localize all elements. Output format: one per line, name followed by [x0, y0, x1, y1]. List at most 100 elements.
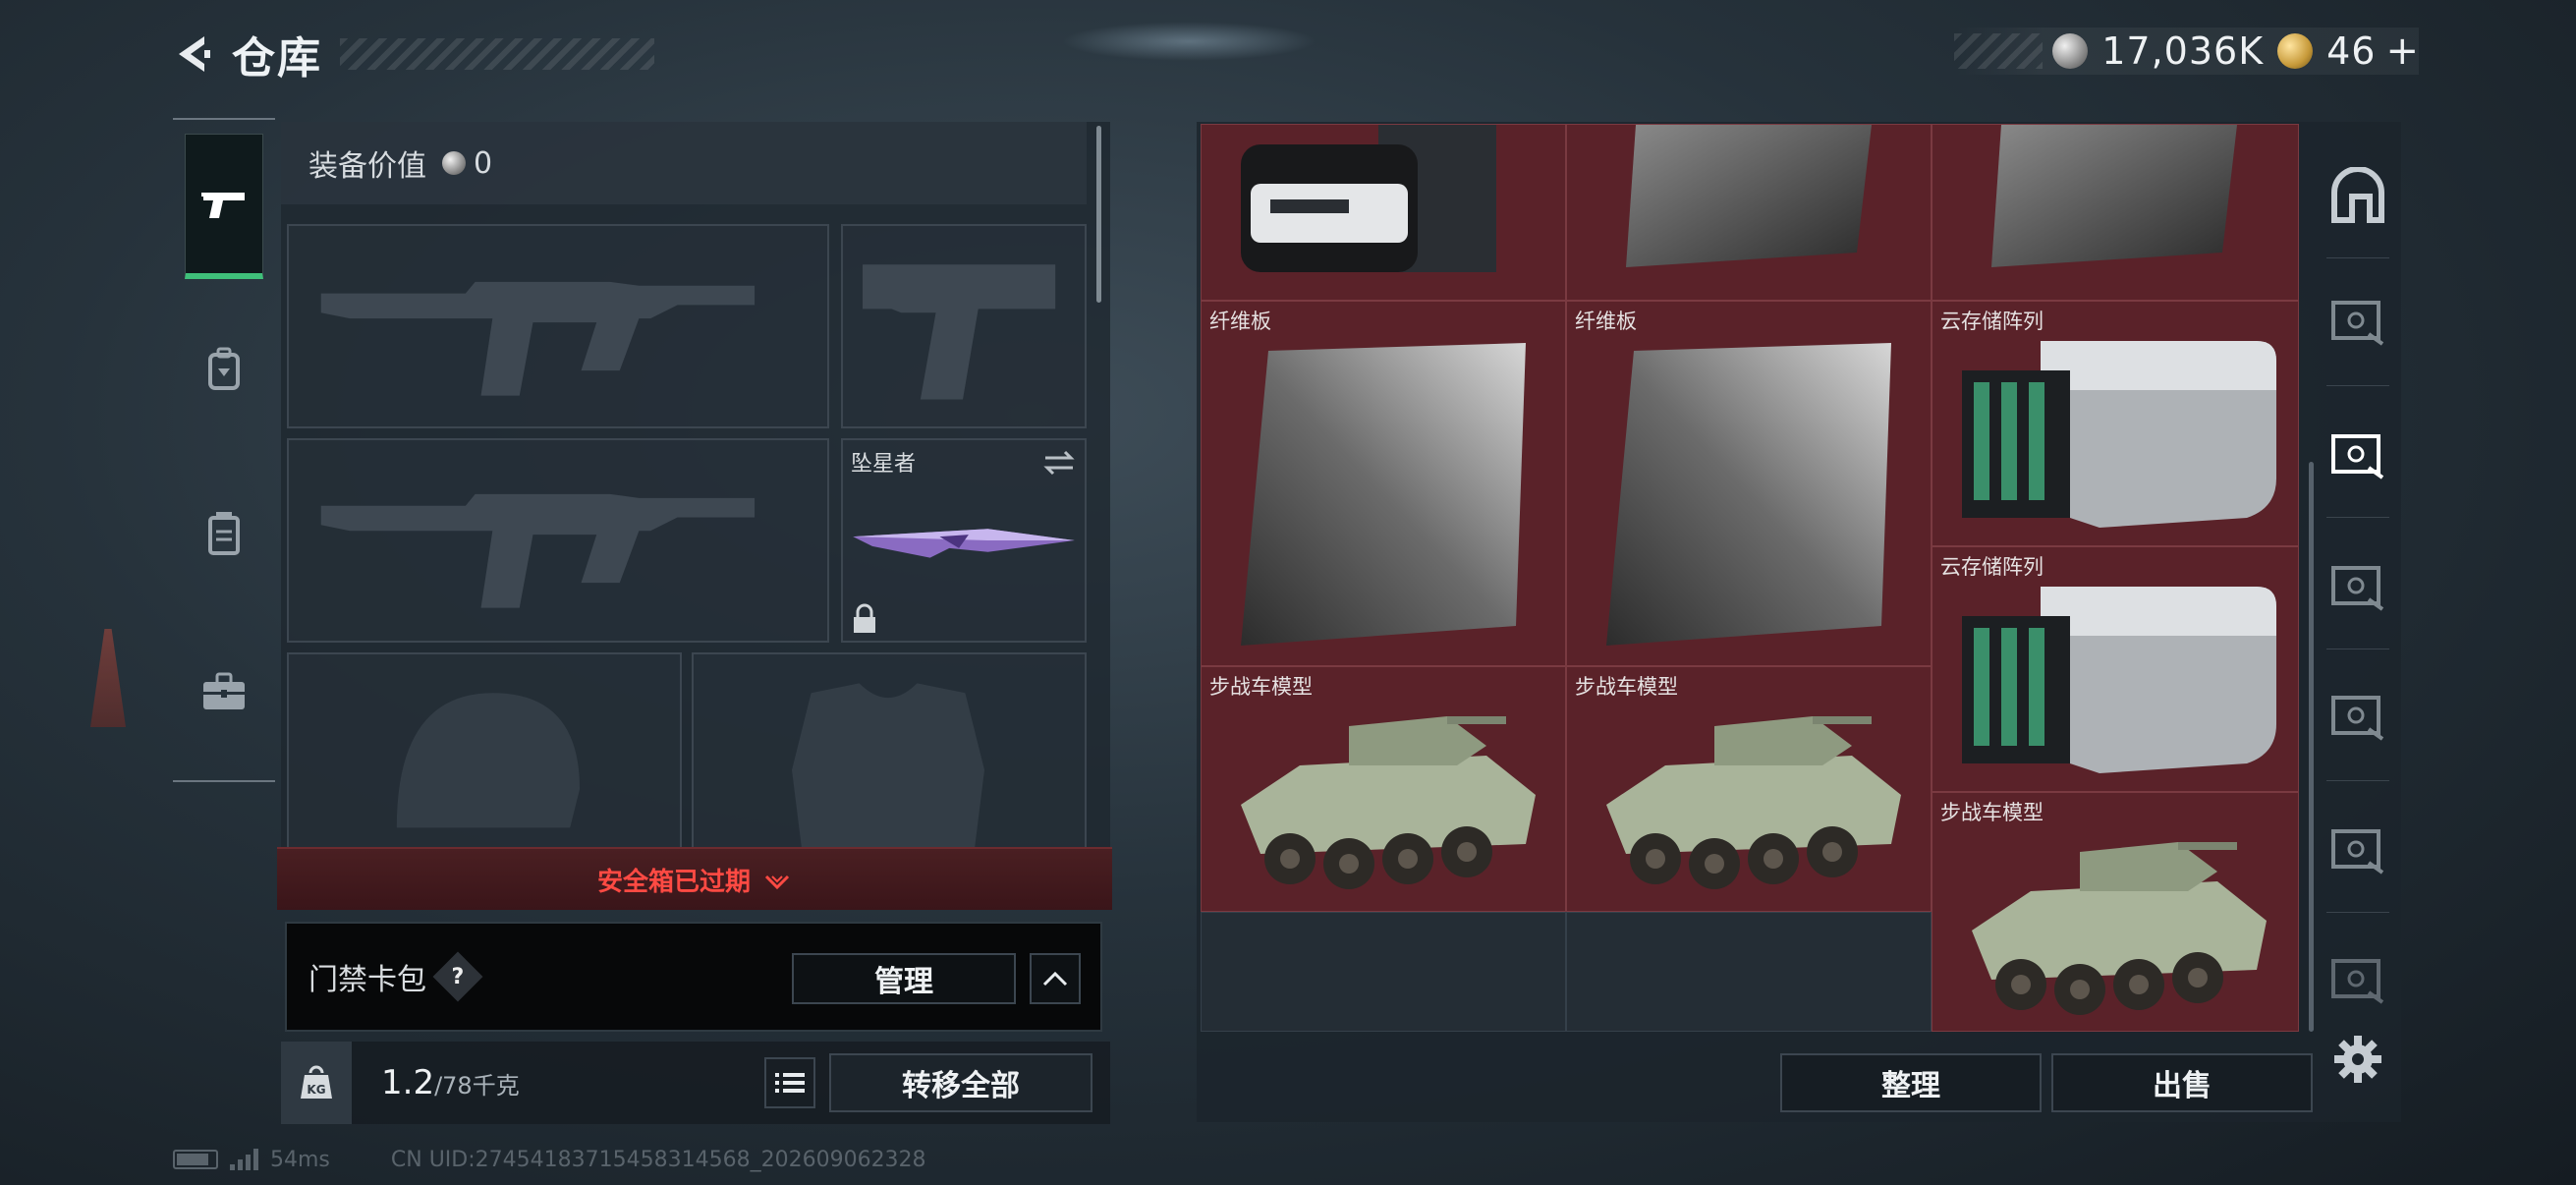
card-pack-title: 门禁卡包: [308, 963, 426, 997]
storage-item[interactable]: [1932, 124, 2299, 301]
currency-display[interactable]: 17,036K 46 +: [1954, 28, 2419, 75]
slot-primary-weapon[interactable]: [287, 224, 829, 428]
home-icon: [2331, 167, 2384, 223]
ifv-model-icon: [1241, 716, 1536, 889]
access-card-pack: 门禁卡包 ? 管理: [285, 922, 1102, 1032]
category-box-2-active[interactable]: [2326, 423, 2389, 485]
category-divider: [2326, 517, 2389, 518]
slot-secondary-weapon[interactable]: [841, 224, 1087, 428]
status-bar: 54ms CN UID:274541837154583145​68_202609…: [173, 1142, 926, 1177]
equipment-panel: 装备价值 0 坠星者: [281, 122, 1110, 849]
user-uid: CN UID:274541837154583145​68_20260906232…: [390, 1147, 926, 1172]
list-view-button[interactable]: [764, 1057, 815, 1108]
category-home[interactable]: [2326, 165, 2389, 228]
storage-item[interactable]: 步战车模型: [1201, 666, 1566, 912]
storage-array-icon: [1962, 341, 2276, 528]
item-label: 云存储阵列: [1940, 310, 2044, 333]
storage-item[interactable]: [1566, 124, 1932, 301]
lock-icon: [854, 603, 875, 633]
storage-box-icon: [2331, 696, 2384, 741]
storage-box-icon: [2331, 959, 2384, 1004]
slot-melee[interactable]: 坠星者: [841, 438, 1087, 643]
storage-scrollbar[interactable]: [2309, 462, 2314, 1032]
category-divider: [2326, 257, 2389, 258]
back-button[interactable]: [167, 28, 218, 80]
category-box-1[interactable]: [2326, 289, 2389, 352]
safe-box-status: 安全箱已过期: [596, 867, 751, 897]
nav-weapons[interactable]: [185, 134, 263, 279]
empty-slot[interactable]: [1201, 912, 1566, 1032]
storage-box-active-icon: [2331, 434, 2384, 480]
category-divider: [2326, 912, 2389, 913]
weight-max: /78千克: [434, 1072, 520, 1100]
gold-balance: 46: [2326, 29, 2377, 73]
category-divider: [2326, 780, 2389, 781]
gear-icon: [2334, 1036, 2381, 1083]
fiberboard-icon: [1626, 125, 1872, 267]
storage-item[interactable]: 纤维板: [1566, 301, 1932, 666]
storage-item[interactable]: 云存储阵列: [1932, 546, 2299, 792]
weight-readout: 1.2/78千克: [381, 1063, 520, 1102]
chevron-up-icon: [1042, 971, 1068, 987]
list-icon: [775, 1073, 805, 1093]
weight-bar: KG 1.2/78千克 转移全部: [281, 1042, 1110, 1124]
kg-weight-icon: KG: [281, 1042, 352, 1124]
slot-primary-weapon-2[interactable]: [287, 438, 829, 643]
safe-box-status-bar[interactable]: 安全箱已过期: [277, 847, 1112, 910]
silver-coin-icon: [442, 151, 466, 175]
help-icon[interactable]: ?: [432, 951, 483, 1002]
add-currency-button[interactable]: +: [2385, 28, 2419, 74]
vest-silhouette-icon: [792, 683, 985, 847]
storage-item[interactable]: 纤维板: [1201, 301, 1566, 666]
storage-item[interactable]: 步战车模型: [1566, 666, 1932, 912]
equipment-value-row: 装备价值 0: [281, 122, 1087, 204]
category-box-6[interactable]: [2326, 947, 2389, 1010]
background-cone: [90, 629, 126, 727]
gold-coin-icon: [2277, 33, 2314, 69]
slot-armor[interactable]: [692, 652, 1087, 849]
ping: 54ms: [270, 1147, 330, 1172]
category-box-3[interactable]: [2326, 554, 2389, 617]
storage-grid[interactable]: 纤维板 纤维板 云存储阵列 云存储阵列 步战车模型 步战车模型 步战车模型: [1201, 124, 2299, 1032]
fiberboard-icon: [1991, 125, 2237, 267]
manage-button[interactable]: 管理: [792, 953, 1016, 1004]
top-bar: 仓库: [167, 22, 654, 86]
fiberboard-icon: [1606, 343, 1891, 646]
item-label: 步战车模型: [1575, 675, 1678, 699]
weight-current: 1.2: [381, 1063, 435, 1102]
settings-button[interactable]: [2330, 1032, 2385, 1087]
battery-icon: [173, 1150, 218, 1169]
slot-helmet[interactable]: [287, 652, 682, 849]
device-item-icon: [1241, 125, 1496, 272]
ifv-model-icon: [1972, 842, 2267, 1015]
storage-category-bar: [2315, 122, 2401, 1034]
storage-item[interactable]: 云存储阵列: [1932, 301, 2299, 546]
item-label: 步战车模型: [1209, 675, 1313, 699]
equipment-value: 0: [474, 145, 493, 181]
page-title: 仓库: [232, 33, 322, 84]
item-label: 云存储阵列: [1940, 555, 2044, 579]
ifv-model-icon: [1606, 716, 1901, 889]
knife-icon: [853, 529, 1075, 558]
silver-coin-icon: [2052, 33, 2089, 69]
helmet-silhouette-icon: [396, 693, 581, 828]
sort-button[interactable]: 整理: [1780, 1053, 2042, 1112]
nav-consumables[interactable]: [185, 460, 263, 605]
signal-icon: [230, 1149, 258, 1170]
equipment-scrollbar[interactable]: [1096, 126, 1101, 303]
fiberboard-icon: [1241, 343, 1526, 646]
category-box-5[interactable]: [2326, 818, 2389, 880]
category-box-4[interactable]: [2326, 684, 2389, 747]
nav-briefcase[interactable]: [185, 619, 263, 764]
storage-item[interactable]: [1201, 124, 1566, 301]
currency-decoration: [1954, 33, 2044, 69]
item-label: 纤维板: [1575, 310, 1637, 333]
silver-balance: 17,036K: [2101, 29, 2265, 73]
empty-slot[interactable]: [1566, 912, 1932, 1032]
sell-button[interactable]: 出售: [2051, 1053, 2313, 1112]
nav-gear[interactable]: [185, 297, 263, 442]
storage-item[interactable]: 步战车模型: [1932, 792, 2299, 1032]
collapse-button[interactable]: [1030, 953, 1081, 1004]
storage-array-icon: [1962, 587, 2276, 773]
transfer-all-button[interactable]: 转移全部: [829, 1053, 1092, 1112]
